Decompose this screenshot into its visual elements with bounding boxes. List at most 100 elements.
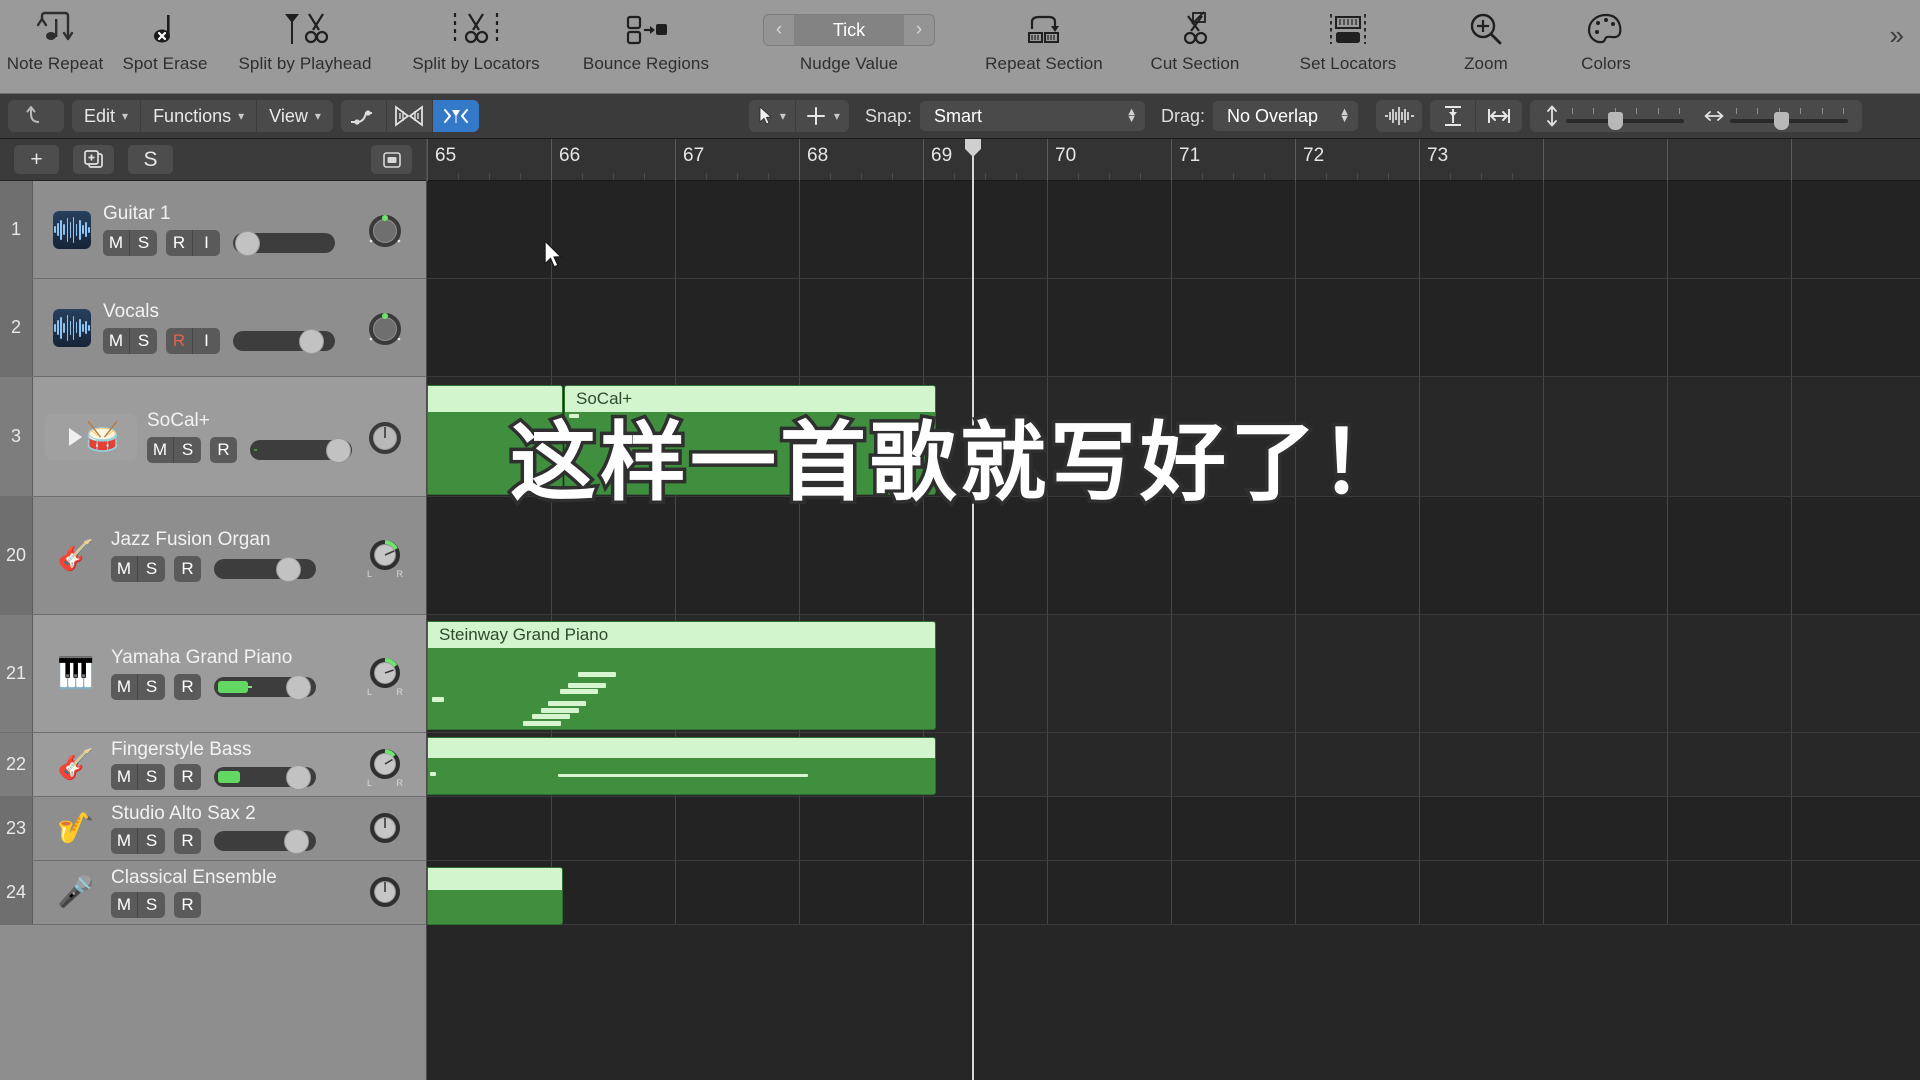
record-group[interactable]: R xyxy=(174,556,201,582)
timeline-ruler[interactable]: 65 66 67 68 69 70 71 72 73 xyxy=(427,139,1920,181)
record-enable-button[interactable]: R xyxy=(174,828,201,854)
mute-button[interactable]: M xyxy=(147,437,174,463)
region-steinway-grand-piano[interactable]: Steinway Grand Piano xyxy=(427,621,936,730)
solo-button[interactable]: S xyxy=(138,892,165,918)
drum-kit-icon[interactable]: 🥁 xyxy=(45,413,137,460)
flex-time-icon[interactable] xyxy=(387,100,433,132)
volume-slider[interactable] xyxy=(233,231,335,256)
arrange-area[interactable]: 65 66 67 68 69 70 71 72 73 SoCal+ Steinw… xyxy=(427,139,1920,1080)
marquee-tool-icon[interactable]: ▾ xyxy=(796,100,849,132)
volume-knob[interactable] xyxy=(284,829,309,854)
lane-vocals[interactable] xyxy=(427,279,1920,377)
add-track-button[interactable]: + xyxy=(14,145,59,174)
drag-select[interactable]: No Overlap ▲ ▼ xyxy=(1213,101,1358,131)
menu-view[interactable]: View ▾ xyxy=(257,100,333,132)
snap-select[interactable]: Smart ▲ ▼ xyxy=(919,101,1145,131)
track-header-row[interactable]: 22 🎸 Fingerstyle Bass M S R L R xyxy=(0,733,426,797)
horizontal-fit-icon[interactable] xyxy=(1476,100,1522,132)
track-header-row[interactable]: 24 🎤 Classical Ensemble M S R xyxy=(0,861,426,925)
playhead[interactable] xyxy=(965,139,981,1080)
mute-button[interactable]: M xyxy=(111,892,138,918)
mute-button[interactable]: M xyxy=(111,556,138,582)
record-group[interactable]: R xyxy=(174,764,201,790)
track-header-row[interactable]: 2 Vocals M S R I xyxy=(0,279,426,377)
region-classical-ensemble[interactable] xyxy=(427,867,563,925)
toolbar-button-set-locators[interactable]: Set Locators xyxy=(1270,0,1426,94)
nudge-value-control[interactable]: ‹ Tick › Nudge Value xyxy=(730,0,968,94)
solo-button[interactable]: S xyxy=(138,764,165,790)
track-config-icon[interactable] xyxy=(371,145,412,174)
record-group[interactable]: R xyxy=(174,828,201,854)
toolbar-button-split-by-locators[interactable]: Split by Locators xyxy=(390,0,562,94)
pointer-tool-icon[interactable]: ▾ xyxy=(749,100,796,132)
lane-fingerstyle-bass[interactable] xyxy=(427,733,1920,797)
toolbar-button-spot-erase[interactable]: Spot Erase xyxy=(110,0,220,94)
record-group[interactable]: R xyxy=(174,674,201,700)
volume-knob[interactable] xyxy=(235,231,260,256)
toolbar-overflow-button[interactable]: » xyxy=(1890,0,1920,48)
toolbar-button-bounce-regions[interactable]: Bounce Regions xyxy=(562,0,730,94)
automation-curve-icon[interactable] xyxy=(341,100,387,132)
record-enable-button[interactable]: R xyxy=(174,764,201,790)
mute-solo-group[interactable]: M S xyxy=(111,674,165,700)
volume-slider[interactable] xyxy=(214,557,316,582)
track-header-row[interactable]: 20 🎸 Jazz Fusion Organ M S R L R xyxy=(0,497,426,615)
solo-button[interactable]: S xyxy=(138,674,165,700)
menu-edit[interactable]: Edit ▾ xyxy=(72,100,142,132)
mute-button[interactable]: M xyxy=(103,328,130,354)
record-group[interactable]: R xyxy=(174,892,201,918)
mute-solo-group[interactable]: M S xyxy=(103,230,157,256)
vertical-zoom-slider[interactable] xyxy=(1534,100,1694,132)
lane-yamaha-grand-piano[interactable]: Steinway Grand Piano xyxy=(427,615,1920,733)
lane-studio-alto-sax-2[interactable] xyxy=(427,797,1920,861)
mute-solo-group[interactable]: M S xyxy=(147,437,201,463)
track-header-row[interactable]: 3 🥁 SoCal+ M S R xyxy=(0,377,426,497)
record-enable-button[interactable]: R xyxy=(174,556,201,582)
lane-classical-ensemble[interactable] xyxy=(427,861,1920,925)
play-icon[interactable] xyxy=(69,427,83,446)
toolbar-button-zoom[interactable]: Zoom xyxy=(1426,0,1546,94)
track-header-row[interactable]: 21 🎹 Yamaha Grand Piano M S R L R xyxy=(0,615,426,733)
toolbar-button-note-repeat[interactable]: Note Repeat xyxy=(0,0,110,94)
volume-knob[interactable] xyxy=(286,675,311,700)
fade-tool-icon[interactable] xyxy=(432,100,479,132)
nudge-prev-button[interactable]: ‹ xyxy=(764,15,794,45)
duplicate-track-icon[interactable] xyxy=(73,145,114,174)
record-input-group[interactable]: R I xyxy=(166,328,220,354)
pan-knob[interactable]: LR xyxy=(364,744,406,788)
toolbar-button-cut-section[interactable]: Cut Section xyxy=(1120,0,1270,94)
solo-button[interactable]: S xyxy=(138,556,165,582)
toolbar-button-colors[interactable]: Colors xyxy=(1546,0,1666,94)
menu-functions[interactable]: Functions ▾ xyxy=(141,100,258,132)
pan-knob[interactable] xyxy=(364,872,406,914)
mute-solo-group[interactable]: M S xyxy=(111,556,165,582)
solo-button[interactable]: S xyxy=(130,230,157,256)
mute-button[interactable]: M xyxy=(103,230,130,256)
region-fingerstyle-bass[interactable] xyxy=(427,737,936,795)
undo-button[interactable] xyxy=(8,100,64,132)
nudge-value-stepper[interactable]: ‹ Tick › xyxy=(763,14,935,46)
volume-slider[interactable] xyxy=(214,675,316,700)
slider-knob[interactable] xyxy=(1608,112,1623,130)
vertical-auto-zoom-icon[interactable] xyxy=(1430,100,1476,132)
record-group[interactable]: R xyxy=(210,437,237,463)
lane-jazz-fusion-organ[interactable] xyxy=(427,497,1920,615)
nudge-next-button[interactable]: › xyxy=(904,15,934,45)
record-input-group[interactable]: R I xyxy=(166,230,220,256)
track-header-row[interactable]: 1 Guitar 1 M S R I xyxy=(0,181,426,279)
mute-solo-group[interactable]: M S xyxy=(111,828,165,854)
record-enable-button[interactable]: R xyxy=(174,674,201,700)
mute-button[interactable]: M xyxy=(111,828,138,854)
slider-knob[interactable] xyxy=(1774,112,1789,130)
nudge-value-display[interactable]: Tick xyxy=(794,15,904,45)
pan-knob[interactable] xyxy=(364,209,406,251)
volume-knob[interactable] xyxy=(326,438,351,463)
pan-knob[interactable]: LR xyxy=(364,653,406,697)
region-socal-left[interactable] xyxy=(427,385,563,495)
lane-socal[interactable]: SoCal+ xyxy=(427,377,1920,497)
pan-knob[interactable] xyxy=(364,416,406,458)
mute-button[interactable]: M xyxy=(111,764,138,790)
track-header-row[interactable]: 23 🎷 Studio Alto Sax 2 M S R xyxy=(0,797,426,861)
solo-button[interactable]: S xyxy=(138,828,165,854)
toolbar-button-split-by-playhead[interactable]: Split by Playhead xyxy=(220,0,390,94)
